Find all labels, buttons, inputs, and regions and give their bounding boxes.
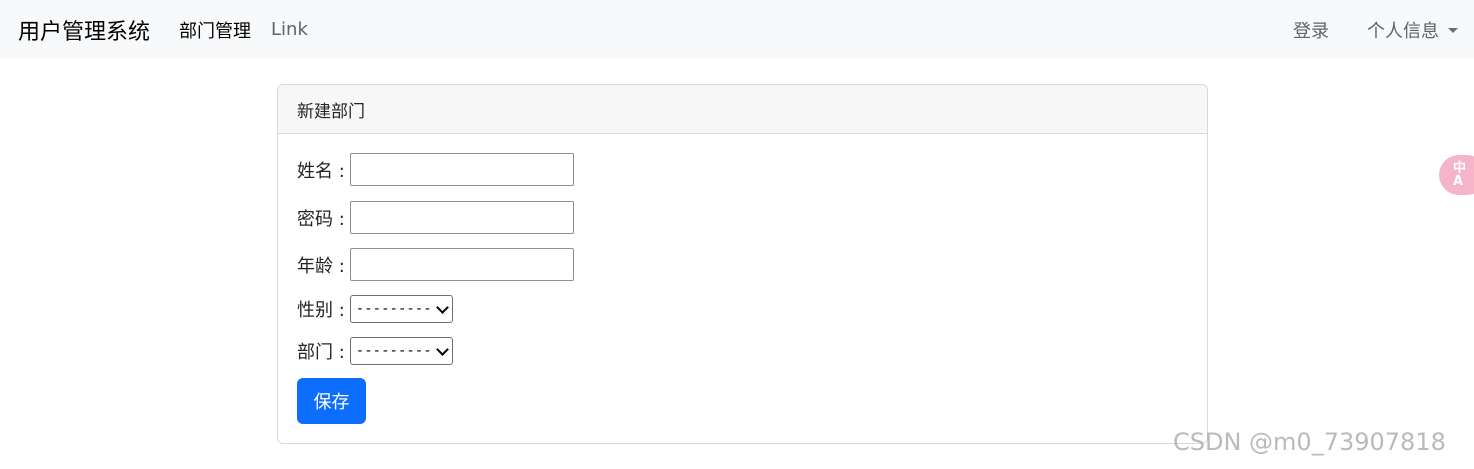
brand-link[interactable]: 用户管理系统 <box>16 14 150 46</box>
save-button[interactable]: 保存 <box>297 378 366 424</box>
translate-icon-bottom: A <box>1453 174 1464 189</box>
password-label: 密码 : <box>297 208 345 230</box>
profile-label: 个人信息 <box>1367 20 1439 42</box>
watermark: CSDN @m0_73907818 <box>1173 428 1446 456</box>
profile-dropdown[interactable]: 个人信息 <box>1367 17 1458 43</box>
department-select[interactable]: --------- <box>349 337 453 365</box>
gender-row: 性别 : --------- <box>297 295 453 323</box>
card-title: 新建部门 <box>278 85 1207 134</box>
password-input[interactable] <box>349 201 574 234</box>
name-label: 姓名 : <box>297 160 345 182</box>
login-label: 登录 <box>1293 20 1329 42</box>
navbar-right: 登录 个人信息 <box>1255 17 1458 43</box>
age-row: 年龄 : <box>297 248 574 281</box>
gender-select[interactable]: --------- <box>349 295 453 323</box>
nav-link-department[interactable]: 部门管理 <box>179 17 251 43</box>
age-input[interactable] <box>349 248 574 281</box>
caret-down-icon <box>1448 28 1458 33</box>
translate-float-button[interactable]: 中 A <box>1439 155 1474 195</box>
chevron-down-icon <box>435 300 449 314</box>
department-selected-value: --------- <box>355 343 432 359</box>
password-row: 密码 : <box>297 201 574 234</box>
name-row: 姓名 : <box>297 153 574 186</box>
gender-label: 性别 : <box>297 300 345 321</box>
department-row: 部门 : --------- <box>297 337 453 365</box>
navbar: 用户管理系统 部门管理 Link 登录 个人信息 <box>0 0 1474 59</box>
chevron-down-icon <box>435 342 449 356</box>
nav-link-link[interactable]: Link <box>271 19 308 40</box>
age-label: 年龄 : <box>297 255 345 277</box>
new-department-card: 新建部门 姓名 : 密码 : 年龄 : 性别 : --------- 部门: … <box>277 84 1208 444</box>
page: 用户管理系统 部门管理 Link 登录 个人信息 新建部门 姓名 : 密码 : <box>0 0 1474 469</box>
login-link[interactable]: 登录 <box>1293 17 1329 43</box>
name-input[interactable] <box>349 153 574 186</box>
department-label: 部门 : <box>297 342 345 363</box>
gender-selected-value: --------- <box>355 301 432 317</box>
